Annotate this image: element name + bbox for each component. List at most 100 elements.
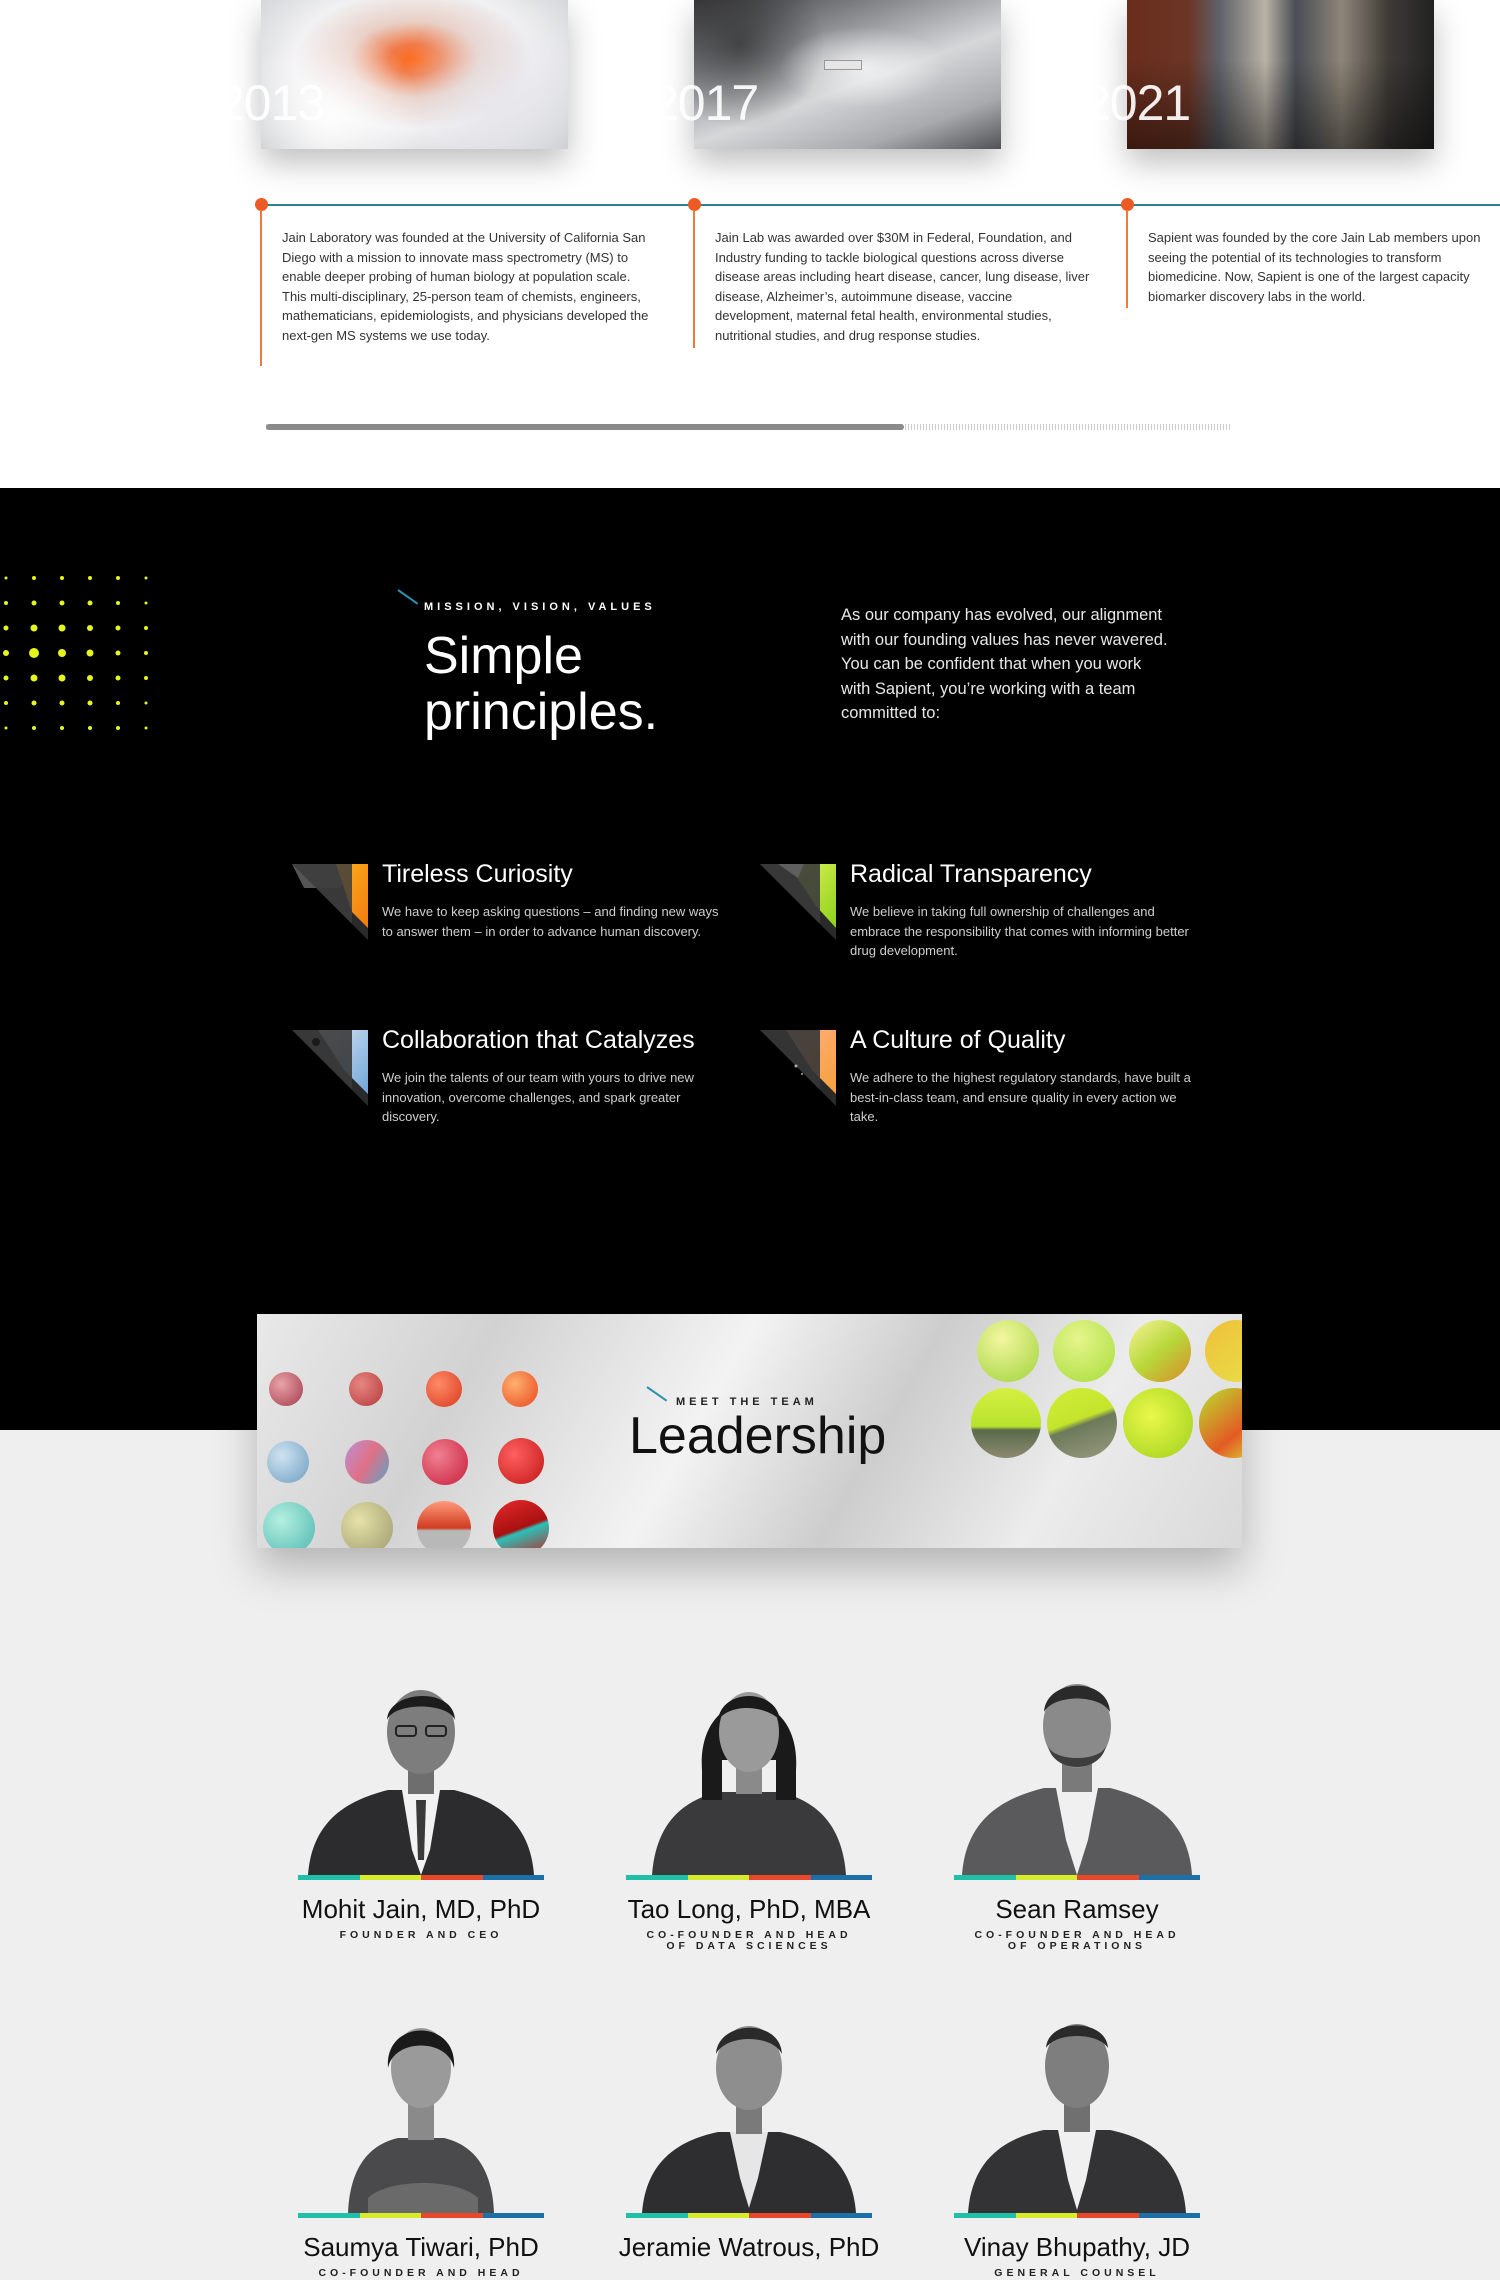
value-description: We believe in taking full ownership of c… [850,904,1189,958]
decorative-dot [87,625,93,631]
decorative-dot [88,726,92,730]
values-intro: As our company has evolved, our alignmen… [841,606,1168,722]
leadership-banner: MEET THE TEAM Leadership [257,1314,1242,1548]
decorative-circle [341,1502,393,1548]
team-member-card[interactable]: Sean Ramsey Co-Founder and Head of Opera… [954,1650,1200,1952]
team-member-role: Co-Founder and Head [318,2267,524,2279]
orange-triangle-icon [292,864,368,940]
team-member-card[interactable]: Saumya Tiwari, PhD Co-Founder and Head [298,1988,544,2279]
timeline-year: 2017 [651,75,759,131]
timeline-scrollbar[interactable] [266,424,1232,430]
decorative-dot [144,601,148,605]
decorative-dot [59,700,65,706]
headshot-photo [954,1650,1200,1875]
value-title: Collaboration that Catalyzes [382,1026,695,1054]
timeline-description: Jain Laboratory was founded at the Unive… [282,230,649,343]
decorative-dot [116,601,120,605]
lime-triangle-icon [760,864,836,940]
color-bar [626,1875,872,1880]
decorative-dot-grid [3,576,148,730]
decorative-circle [1205,1320,1242,1382]
timeline-stem [1126,210,1128,308]
decorative-circle [1199,1388,1242,1458]
decorative-dot [58,624,66,632]
team-member-card[interactable]: Tao Long, PhD, MBA Co-Founder and Head o… [626,1650,872,1952]
decorative-dot [144,576,148,580]
headshot-photo [298,1650,544,1875]
decorative-circle [1123,1388,1193,1458]
timeline-description: Jain Lab was awarded over $30M in Federa… [715,230,1090,343]
value-title: Tireless Curiosity [382,860,573,888]
color-bar [298,1875,544,1880]
color-bar [298,2213,544,2218]
headshot-photo [626,1650,872,1875]
decorative-dot [4,601,8,605]
section-title: Leadership [629,1407,887,1465]
decorative-dot [31,700,37,706]
values-section: MISSION, VISION, VALUES Simple principle… [0,488,1500,1430]
team-member-name: Mohit Jain, MD, PhD [301,1894,541,1924]
decorative-circle [263,1502,315,1548]
value-card: Tireless Curiosity We have to keep askin… [290,860,770,980]
team-member-name: Tao Long, PhD, MBA [627,1894,871,1924]
decorative-dot [144,726,148,730]
decorative-dot [60,576,64,580]
team-member-name: Saumya Tiwari, PhD [303,2232,539,2262]
decorative-dot [87,700,93,706]
decorative-dot [87,675,93,681]
headshot-photo [298,1988,544,2213]
headshot-photo [626,1988,872,2213]
decorative-dot [3,650,9,656]
decorative-dot [86,649,94,657]
section-eyebrow: MISSION, VISION, VALUES [424,601,656,613]
decorative-dot [115,650,121,656]
decorative-circle [426,1371,462,1407]
team-member-card[interactable]: Mohit Jain, MD, PhD Founder and CEO [298,1650,544,1941]
eyebrow-slash-icon [646,1386,668,1402]
decorative-dot [88,576,92,580]
value-description: We have to keep asking questions – and f… [382,904,719,939]
team-member-name: Vinay Bhupathy, JD [964,2232,1190,2262]
timeline-year: 2013 [217,75,325,131]
decorative-dot [4,576,8,580]
decorative-circle [977,1320,1039,1382]
team-member-card[interactable]: Vinay Bhupathy, JD General Counsel [954,1988,1200,2279]
decorative-dot [115,625,121,631]
decorative-dot [116,726,120,730]
decorative-circle [422,1439,468,1485]
decorative-dot [3,675,9,681]
team-member-role: Founder and CEO [339,1929,503,1941]
decorative-dot [31,600,37,606]
decorative-dot [4,726,8,730]
team-member-role: Co-Founder and Head of Data Sciences [646,1929,852,1952]
headshot-photo [954,1988,1200,2213]
section-title: Simple principles. [424,628,658,740]
decorative-circle [493,1500,549,1548]
decorative-dot [144,701,148,705]
value-description: We adhere to the highest regulatory stan… [850,1070,1191,1124]
decorative-dot [60,726,64,730]
decorative-dot [3,625,9,631]
timeline-scroll-thumb[interactable] [266,424,904,430]
title-line: principles. [424,683,659,741]
decorative-circle [971,1388,1041,1458]
decorative-dot [29,648,39,658]
team-member-role: Co-Founder and Head of Operations [974,1929,1180,1952]
decorative-dot [30,674,38,682]
timeline-year: 2021 [1083,75,1191,131]
value-card: Collaboration that Catalyzes We join the… [290,1026,770,1146]
color-bar [954,1875,1200,1880]
leadership-section: Mohit Jain, MD, PhD Founder and CEO Tao … [0,1430,1500,2280]
decorative-dot [115,675,121,681]
team-member-card[interactable]: Jeramie Watrous, PhD [619,1988,879,2268]
decorative-circle [269,1372,303,1406]
timeline-description: Sapient was founded by the core Jain Lab… [1148,230,1481,304]
history-timeline: 2013 2017 2021 Jain Laboratory was found… [0,0,1500,488]
decorative-dot [30,624,38,632]
decorative-dot [32,726,36,730]
decorative-circle [1053,1320,1115,1382]
decorative-dot [144,676,148,680]
timeline-axis [261,204,1500,206]
timeline-stem [260,210,262,366]
coral-triangle-icon [760,1030,836,1106]
